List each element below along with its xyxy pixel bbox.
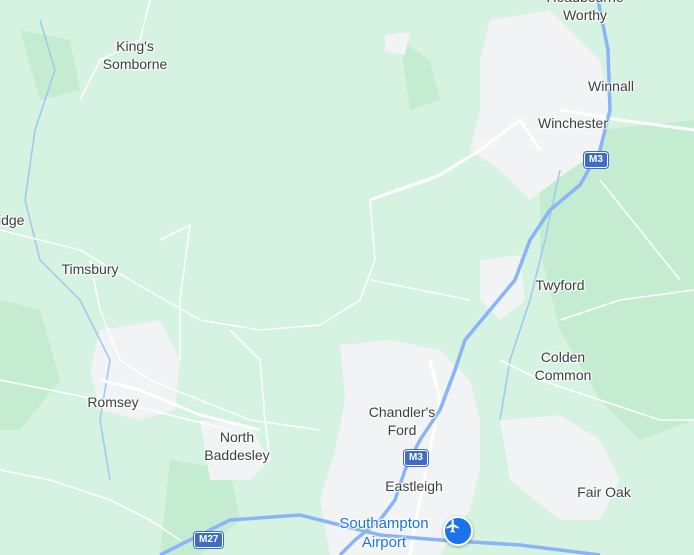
place-label-winnall: Winnall [588, 78, 634, 94]
place-label-fair-oak: Fair Oak [577, 484, 631, 500]
motorway-shield-m3-south: M3 [404, 450, 428, 466]
airport-marker[interactable] [443, 516, 473, 546]
place-label-idge: idge [0, 212, 25, 228]
map-canvas[interactable]: Headbourne Worthy King's Somborne Winnal… [0, 0, 694, 555]
place-label-kings-somborne: King's Somborne [102, 38, 168, 72]
motorway-shield-m27: M27 [194, 532, 224, 548]
place-label-headbourne-worthy: Headbourne Worthy [546, 0, 623, 23]
place-label-timsbury: Timsbury [61, 261, 119, 277]
airport-label[interactable]: Southampton Airport [324, 514, 444, 552]
place-label-twyford: Twyford [535, 277, 585, 293]
place-label-north-baddesley: North Baddesley [204, 429, 270, 463]
place-label-eastleigh: Eastleigh [385, 478, 443, 494]
airplane-icon [446, 519, 459, 533]
motorway-shield-m3-north: M3 [584, 152, 608, 168]
place-label-chandlers-ford: Chandler's Ford [368, 404, 436, 438]
place-label-colden-common: Colden Common [534, 349, 592, 383]
place-label-romsey: Romsey [87, 394, 139, 410]
place-label-winchester: Winchester [537, 115, 609, 131]
